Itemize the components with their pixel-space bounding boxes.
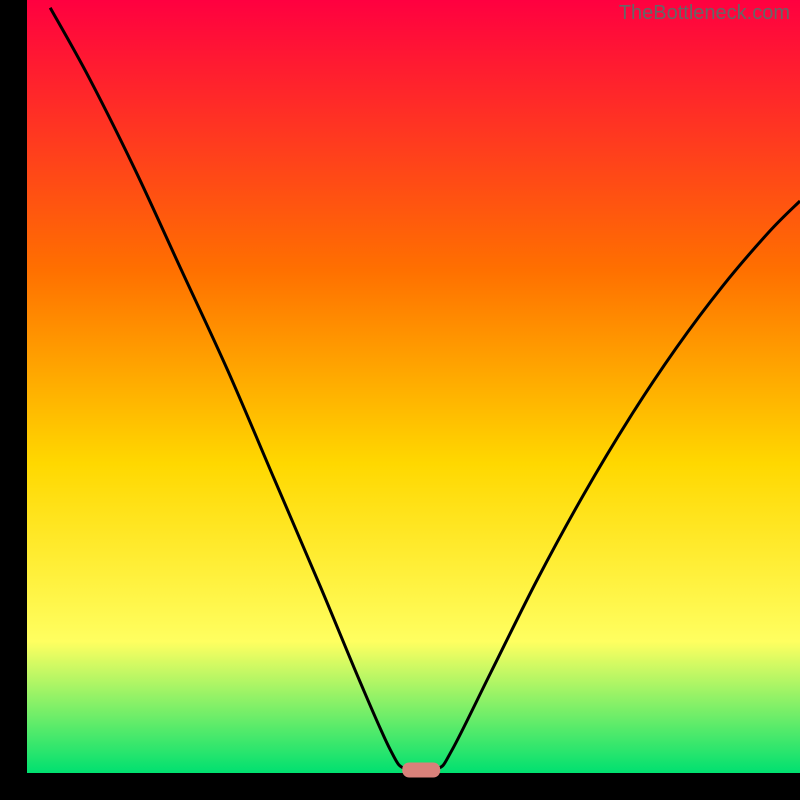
watermark-text: TheBottleneck.com bbox=[619, 2, 790, 25]
bottleneck-chart: TheBottleneck.com bbox=[0, 0, 800, 800]
optimal-marker bbox=[402, 763, 440, 778]
chart-svg bbox=[0, 0, 800, 800]
plot-area bbox=[27, 0, 800, 773]
